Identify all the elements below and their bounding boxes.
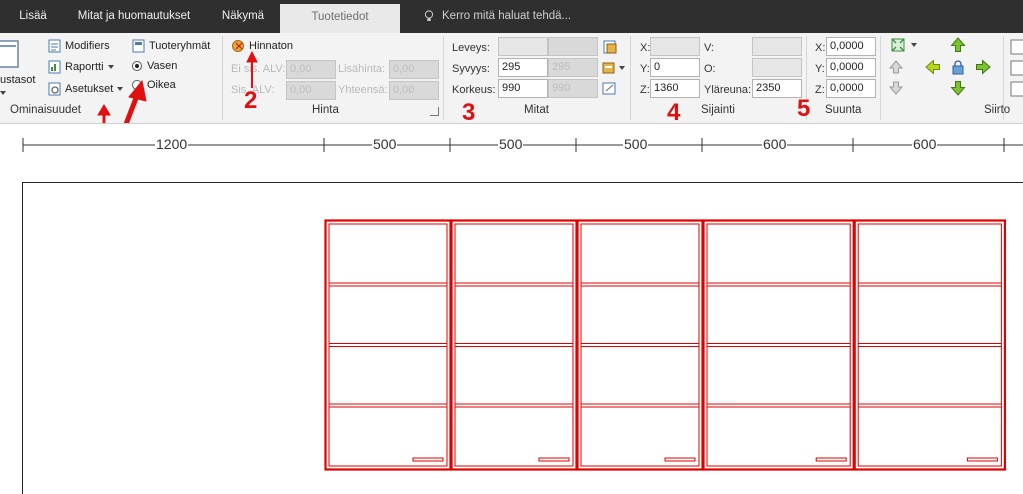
dimension-label: 500 [623, 136, 649, 152]
cabinet-inner-outline [857, 223, 1002, 467]
cabinet-outline [853, 219, 1007, 471]
cabinet-inner-outline [454, 223, 574, 467]
annotation-number: 3 [462, 99, 476, 126]
annotation-arrow-icon [97, 104, 111, 116]
cabinet-handle [966, 457, 998, 462]
cabinet-outline [450, 219, 578, 471]
annotation-number: 2 [244, 87, 258, 114]
cabinet-inner-outline [328, 223, 448, 467]
cabinet-inner-outline [706, 223, 851, 467]
annotation-number: 4 [667, 99, 681, 126]
cabinet-handle [412, 457, 444, 462]
dimension-label: 600 [912, 136, 938, 152]
ribbon-panel: ustasot Modifiers Raportti Asetukset Tuo… [0, 33, 1023, 124]
ribbon-tab-bar: Lisää Mitat ja huomautukset Näkymä Tuote… [0, 0, 1023, 33]
cabinet-outline [324, 219, 452, 471]
cabinet-handle [815, 457, 847, 462]
cabinet-handle [538, 457, 570, 462]
drawing-canvas[interactable] [22, 182, 1023, 494]
tell-me-text: Kerro mitä haluat tehdä... [442, 10, 572, 22]
dimension-label: 500 [498, 136, 524, 152]
lightbulb-icon [424, 10, 434, 21]
tell-me-search[interactable]: Kerro mitä haluat tehdä... [424, 0, 571, 33]
cabinet-outline [576, 219, 704, 471]
tab-mitat-ja-huomautukset[interactable]: Mitat ja huomautukset [66, 0, 202, 33]
tab-tuotetiedot[interactable]: Tuotetiedot [280, 4, 400, 33]
cabinet-elevation [324, 219, 1007, 471]
annotation-arrow-icon [246, 50, 258, 63]
tab-nakyma[interactable]: Näkymä [214, 0, 272, 33]
dimension-label: 600 [762, 136, 788, 152]
cabinet-inner-outline [580, 223, 700, 467]
annotation-number: 5 [797, 95, 811, 122]
annotation-arrows [97, 50, 258, 123]
cabinet-handle [664, 457, 696, 462]
dimension-ruler: 1200 500 500 500 600 600 [0, 124, 1023, 176]
dimension-label: 1200 [155, 136, 189, 152]
cabinet-outline [702, 219, 855, 471]
annotation-arrow-icon [128, 79, 147, 102]
tab-lisaa[interactable]: Lisää [12, 0, 54, 33]
dimension-label: 500 [372, 136, 398, 152]
